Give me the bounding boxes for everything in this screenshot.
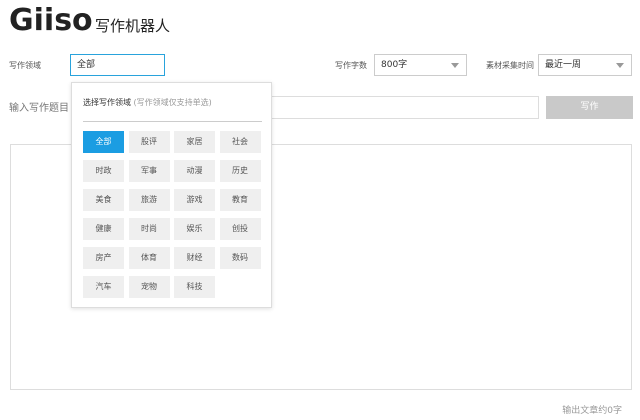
category-option[interactable]: 社会 bbox=[219, 131, 261, 153]
domain-select[interactable]: 全部 bbox=[70, 54, 165, 76]
category-option[interactable]: 家居 bbox=[174, 131, 215, 153]
category-option[interactable]: 宠物 bbox=[128, 276, 170, 298]
period-select-value: 最近一周 bbox=[545, 60, 582, 70]
category-option[interactable]: 房产 bbox=[83, 247, 124, 269]
category-option[interactable]: 体育 bbox=[128, 247, 170, 269]
period-select[interactable]: 最近一周 bbox=[538, 54, 632, 76]
category-option[interactable]: 健康 bbox=[83, 218, 124, 240]
write-button[interactable]: 写作 bbox=[546, 96, 633, 119]
category-option[interactable]: 科技 bbox=[174, 276, 215, 298]
chevron-down-icon bbox=[616, 63, 624, 68]
category-option[interactable]: 军事 bbox=[128, 160, 170, 182]
wordcount-label: 写作字数 bbox=[335, 61, 367, 70]
category-option[interactable]: 创投 bbox=[219, 218, 261, 240]
category-option[interactable]: 时尚 bbox=[128, 218, 170, 240]
period-label: 素材采集时间 bbox=[486, 61, 534, 70]
domain-select-value: 全部 bbox=[77, 60, 96, 70]
category-option[interactable]: 汽车 bbox=[83, 276, 124, 298]
category-option[interactable]: 动漫 bbox=[174, 160, 215, 182]
wordcount-select-value: 800字 bbox=[381, 60, 408, 70]
category-option[interactable]: 历史 bbox=[219, 160, 261, 182]
domain-label: 写作领域 bbox=[9, 61, 41, 70]
category-option[interactable]: 美食 bbox=[83, 189, 124, 211]
divider bbox=[83, 121, 262, 122]
category-option[interactable]: 旅游 bbox=[128, 189, 170, 211]
dropdown-header: 选择写作领域 (写作领域仅支持单选) bbox=[83, 97, 212, 109]
page-title: 写作机器人 bbox=[95, 17, 171, 35]
dropdown-hint: (写作领域仅支持单选) bbox=[133, 98, 212, 107]
category-option[interactable]: 娱乐 bbox=[174, 218, 215, 240]
category-option[interactable]: 教育 bbox=[219, 189, 261, 211]
category-option[interactable]: 时政 bbox=[83, 160, 124, 182]
chevron-down-icon bbox=[451, 63, 459, 68]
dropdown-title: 选择写作领域 bbox=[83, 98, 131, 107]
category-option[interactable]: 游戏 bbox=[174, 189, 215, 211]
category-option[interactable]: 数码 bbox=[219, 247, 261, 269]
category-option[interactable]: 财经 bbox=[174, 247, 215, 269]
domain-dropdown-panel: 选择写作领域 (写作领域仅支持单选) 全部 股评 家居 社会 时政 军事 动漫 … bbox=[71, 82, 272, 308]
wordcount-select[interactable]: 800字 bbox=[374, 54, 467, 76]
word-counter: 输出文章约0字 bbox=[562, 406, 622, 416]
category-option[interactable]: 股评 bbox=[128, 131, 170, 153]
giiso-logo: Giiso bbox=[9, 3, 93, 38]
category-option[interactable]: 全部 bbox=[83, 131, 124, 153]
